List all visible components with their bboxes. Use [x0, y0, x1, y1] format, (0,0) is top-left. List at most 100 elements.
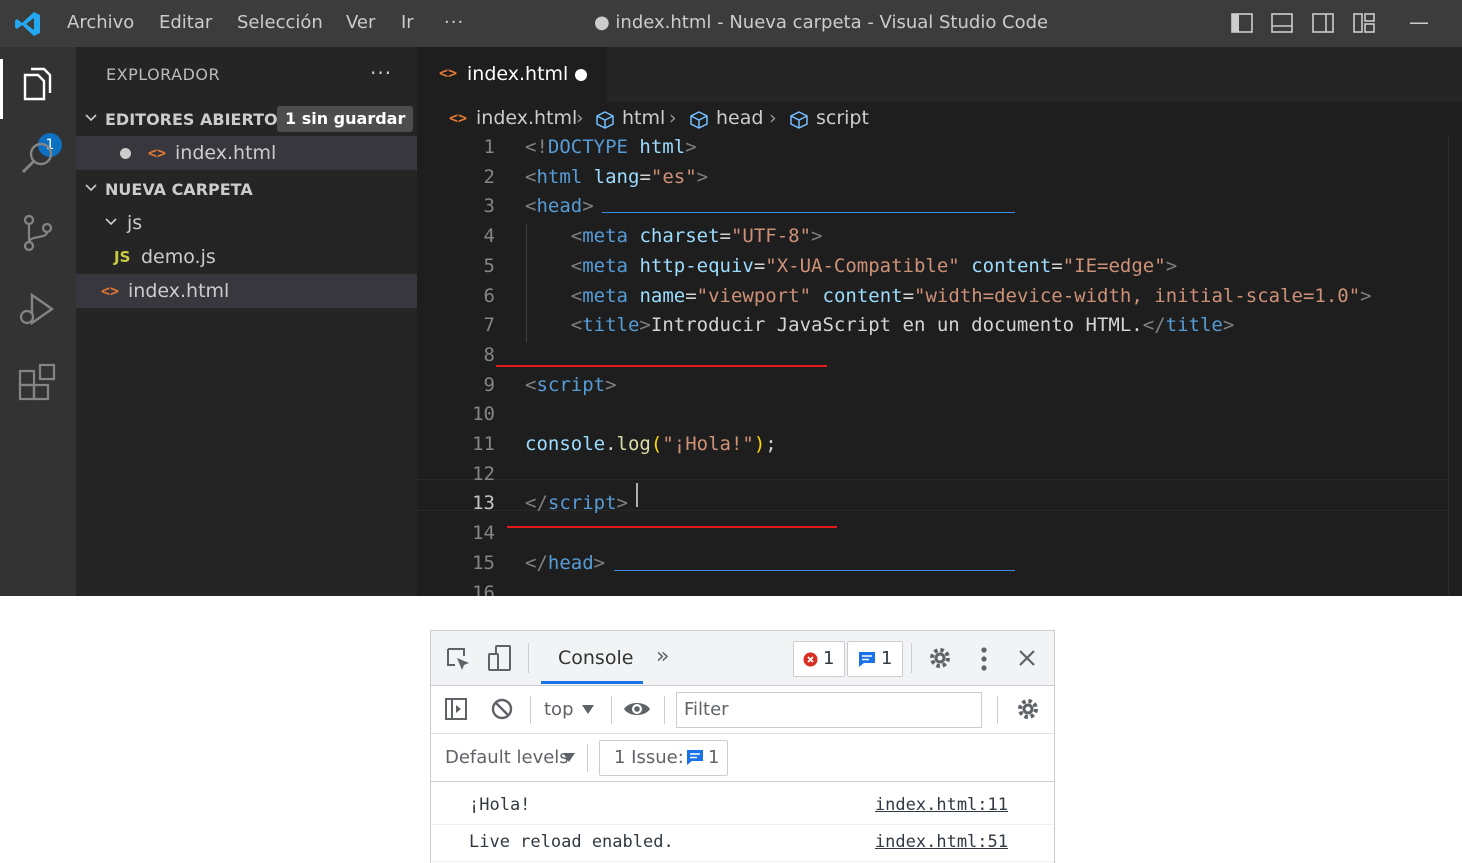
error-icon — [803, 652, 818, 667]
settings-gear-icon[interactable] — [928, 646, 952, 670]
folder-item-js[interactable]: js — [76, 206, 417, 240]
live-expression-eye-icon[interactable] — [623, 699, 651, 719]
open-editor-item[interactable]: <> index.html — [76, 136, 417, 170]
folder-section[interactable]: NUEVA CARPETA — [76, 172, 417, 206]
breadcrumb-html[interactable]: html — [622, 107, 665, 129]
file-item-demo-js[interactable]: JS demo.js — [76, 240, 417, 274]
code-token: = — [902, 284, 915, 307]
folder-name: js — [127, 212, 143, 234]
code-token: log — [616, 433, 651, 455]
title-bar: Archivo Editar Selección Ver Ir ··· ● in… — [0, 0, 1462, 47]
code-token: > — [811, 225, 823, 248]
line-number: 6 — [483, 284, 495, 307]
breadcrumb-file[interactable]: index.html — [476, 107, 577, 129]
active-indicator — [0, 59, 3, 119]
issues-button[interactable]: 1 Issue: 1 — [599, 740, 728, 776]
log-levels-dropdown[interactable]: Default levels — [445, 747, 569, 768]
tab-index-html[interactable]: <> index.html — [417, 47, 607, 102]
annotation-underline-red — [507, 526, 837, 528]
code-token: html — [639, 136, 686, 158]
line-number: 1 — [483, 136, 495, 158]
js-file-icon: JS — [114, 248, 131, 266]
code-token: Introducir JavaScript en un documento HT… — [650, 314, 1143, 337]
code-line: </head> — [525, 552, 605, 574]
explorer-sidebar: EXPLORADOR ··· EDITORES ABIERTOS 1 sin g… — [76, 47, 417, 596]
line-number: 5 — [483, 254, 495, 277]
element-icon — [790, 111, 808, 129]
code-token: "width=device-width, initial-scale=1.0" — [914, 284, 1361, 307]
code-token: "viewport" — [696, 284, 812, 307]
code-token: name — [639, 284, 686, 307]
more-tabs-icon[interactable]: » — [656, 644, 669, 669]
filter-input[interactable] — [677, 693, 974, 725]
code-token: ; — [765, 433, 777, 455]
dropdown-arrow-icon[interactable] — [563, 753, 575, 762]
code-token: http-equiv — [639, 254, 754, 277]
code-line: </script> — [525, 492, 628, 514]
device-toolbar-icon[interactable] — [487, 644, 513, 674]
code-token: > — [685, 136, 697, 158]
run-debug-icon[interactable] — [16, 287, 60, 331]
message-icon — [859, 652, 875, 667]
tab-console-label: Console — [558, 647, 634, 669]
inspect-element-icon[interactable] — [445, 646, 471, 672]
line-number: 11 — [472, 433, 495, 455]
tab-bar: <> index.html — [417, 47, 1462, 102]
context-selector[interactable]: top — [544, 699, 574, 720]
customize-layout-icon[interactable] — [1353, 13, 1375, 33]
sidebar-toggle-icon[interactable] — [444, 697, 468, 721]
code-editor[interactable]: 1 <!DOCTYPE html> 2 <html lang="es"> 3 <head>… — [417, 136, 1462, 596]
unsaved-dot-icon[interactable] — [120, 148, 131, 159]
code-token: charset — [639, 225, 720, 248]
breadcrumb-script[interactable]: script — [816, 107, 869, 129]
explorer-more-actions[interactable]: ··· — [370, 61, 392, 85]
code-token: < — [570, 254, 583, 277]
html-file-icon: <> — [439, 64, 458, 82]
breadcrumb-head[interactable]: head — [716, 107, 763, 129]
code-token: > — [593, 551, 606, 574]
search-icon[interactable] — [16, 137, 60, 181]
menu-more[interactable]: ··· — [444, 12, 464, 33]
code-token: = — [1051, 254, 1063, 277]
code-token: </ — [525, 492, 548, 515]
close-icon[interactable] — [1018, 649, 1036, 667]
clear-console-icon[interactable] — [490, 697, 514, 721]
info-counter[interactable]: 1 — [847, 641, 903, 677]
file-name: demo.js — [141, 246, 216, 268]
open-editors-label: EDITORES ABIERTOS — [105, 110, 290, 129]
minimize-button[interactable]: — — [1409, 10, 1429, 34]
vscode-logo-icon[interactable] — [14, 10, 42, 38]
open-editors-section[interactable]: EDITORES ABIERTOS 1 sin guardar — [76, 102, 417, 136]
source-control-icon[interactable] — [16, 211, 60, 255]
menu-editar[interactable]: Editar — [159, 12, 212, 33]
toggle-panel-icon[interactable] — [1271, 13, 1293, 33]
line-number: 9 — [483, 373, 495, 396]
dropdown-arrow-icon[interactable] — [582, 705, 594, 714]
menu-ir[interactable]: Ir — [401, 12, 414, 33]
menu-ver[interactable]: Ver — [346, 12, 375, 33]
console-message-source-link[interactable]: index.html:51 — [875, 832, 1008, 852]
console-message-source-link[interactable]: index.html:11 — [875, 795, 1008, 815]
extensions-icon[interactable] — [16, 363, 60, 407]
code-line: <title>Introducir JavaScript en un docum… — [525, 314, 1235, 337]
breadcrumb: <> index.html › html › head › script — [417, 102, 1462, 136]
toggle-secondary-sidebar-icon[interactable] — [1312, 13, 1334, 33]
code-token: </ — [1142, 314, 1166, 337]
console-settings-gear-icon[interactable] — [1016, 697, 1040, 721]
error-counter[interactable]: 1 — [793, 641, 845, 677]
file-item-index-html[interactable]: <> index.html — [76, 274, 417, 308]
code-token: head — [547, 551, 594, 574]
vertical-scrollbar[interactable] — [1448, 136, 1462, 596]
menu-seleccion[interactable]: Selección — [237, 12, 323, 33]
explorer-icon[interactable] — [16, 65, 60, 109]
modified-dot-icon[interactable] — [575, 69, 587, 81]
menu-archivo[interactable]: Archivo — [67, 12, 134, 33]
code-token: < — [525, 165, 537, 188]
kebab-menu-icon[interactable] — [979, 645, 989, 673]
tab-console[interactable]: Console — [541, 631, 643, 685]
toggle-primary-sidebar-icon[interactable] — [1231, 13, 1253, 33]
code-token: DOCTYPE — [547, 136, 628, 158]
